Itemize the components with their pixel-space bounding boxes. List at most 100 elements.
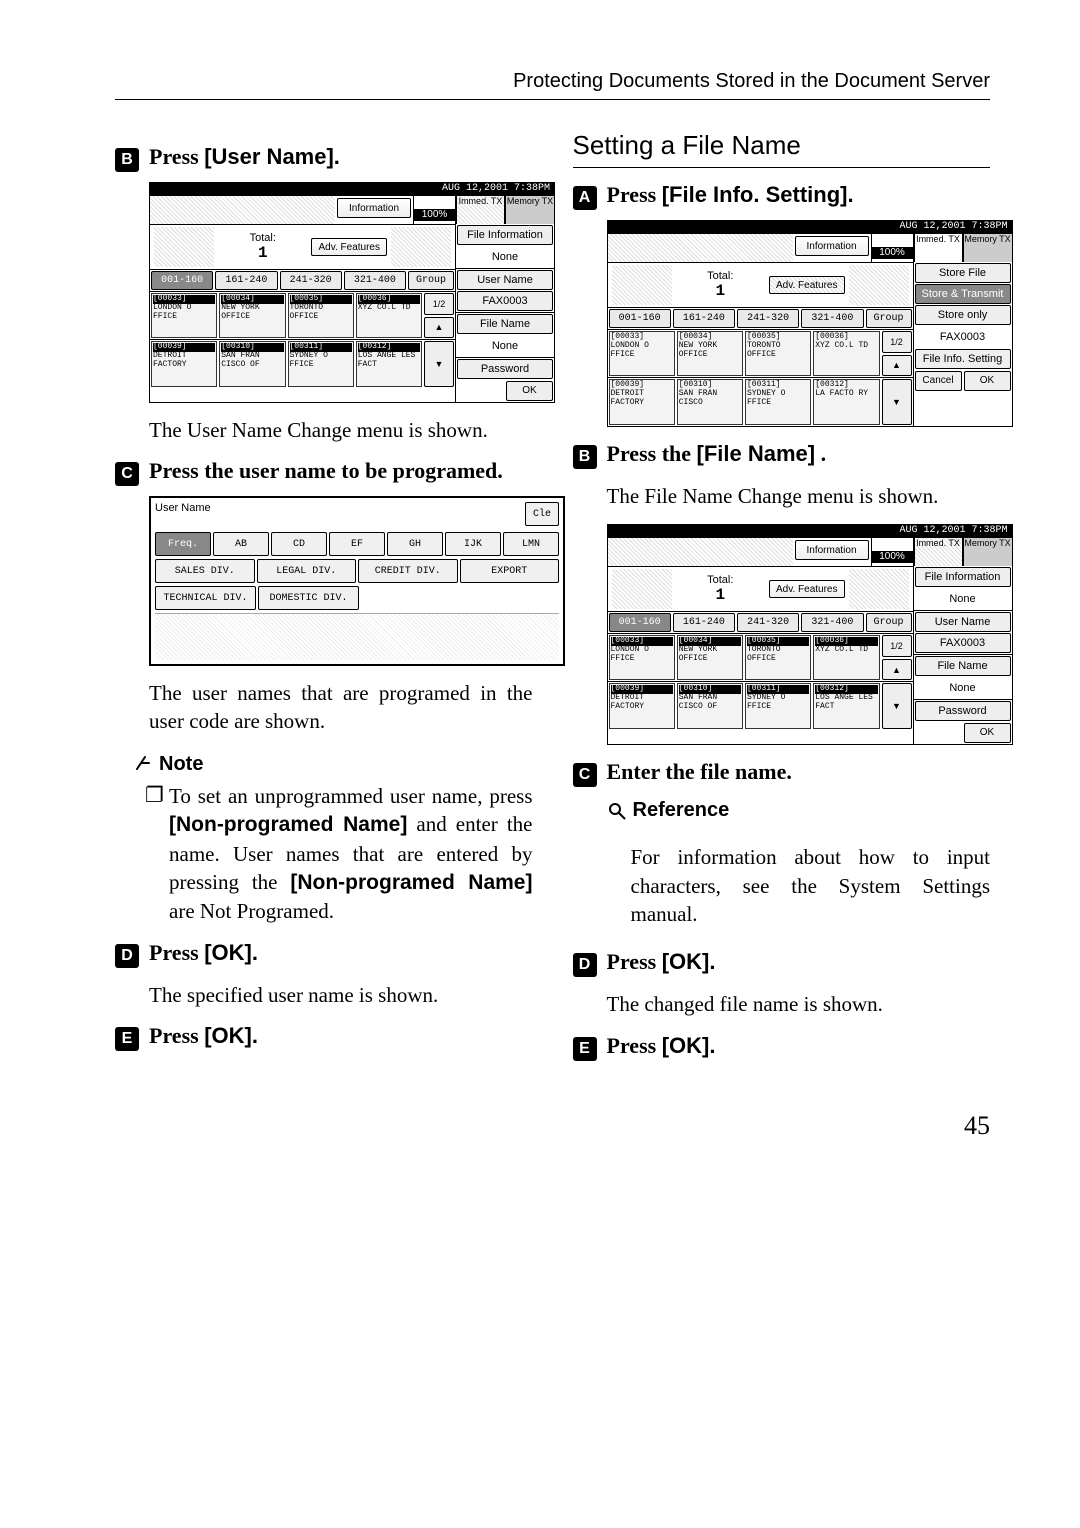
group-button[interactable]: Group [866, 613, 912, 632]
user-name-button[interactable]: User Name [915, 612, 1011, 632]
range-button[interactable]: 161-240 [215, 271, 277, 290]
step-number-d: D [115, 944, 139, 968]
page-up-button[interactable]: ▲ [882, 659, 912, 681]
name-tab[interactable]: AB [213, 532, 269, 556]
address-slot[interactable]: [00311]SYDNEY O FFICE [745, 379, 811, 425]
user-name-button[interactable]: User Name [457, 270, 553, 290]
user-name-table-title: User Name [155, 502, 211, 526]
information-button[interactable]: Information [337, 198, 411, 218]
name-tab[interactable]: GH [387, 532, 443, 556]
user-name-item[interactable]: EXPORT [460, 559, 560, 583]
page-up-button[interactable]: ▲ [424, 317, 454, 339]
address-slot[interactable]: [00310]SAN FRAN CISCO [677, 379, 743, 425]
name-tab[interactable]: LMN [503, 532, 559, 556]
user-name-item[interactable]: DOMESTIC DIV. [258, 586, 359, 610]
file-information-button[interactable]: File Information [915, 567, 1011, 587]
address-slot[interactable]: [00033]LONDON O FFICE [609, 635, 675, 680]
address-slot[interactable]: [00035]TORONTO OFFICE [745, 331, 811, 376]
range-button[interactable]: 321-400 [801, 613, 863, 632]
right-column: Setting a File Name A Press [File Info. … [573, 130, 991, 1071]
address-slot[interactable]: [00033]LONDON O FFICE [151, 293, 217, 338]
ok-button[interactable]: OK [964, 371, 1011, 391]
file-name-button[interactable]: File Name [915, 656, 1011, 676]
store-only-button[interactable]: Store only [915, 305, 1011, 325]
range-button[interactable]: 241-320 [737, 309, 799, 328]
memory-tx-button[interactable]: Memory TX [964, 234, 1012, 262]
information-button[interactable]: Information [795, 540, 869, 560]
file-name-value: None [456, 335, 554, 357]
step-c-text: Enter the file name. [607, 759, 792, 785]
address-slot[interactable]: [00039]DETROIT FACTORY [151, 341, 217, 387]
user-name-item[interactable]: SALES DIV. [155, 559, 255, 583]
range-button[interactable]: 001-160 [609, 309, 671, 328]
range-button[interactable]: 161-240 [673, 613, 735, 632]
user-name-item[interactable]: TECHNICAL DIV. [155, 586, 256, 610]
page-down-button[interactable]: ▼ [424, 341, 454, 387]
address-slot[interactable]: [00033]LONDON O FFICE [609, 331, 675, 376]
caption: The User Name Change menu is shown. [149, 417, 533, 444]
reference-text: For information about how to input chara… [631, 843, 991, 928]
adv-features-button[interactable]: Adv. Features [769, 580, 845, 598]
address-slot[interactable]: [00310]SAN FRAN CISCO OF [677, 683, 743, 729]
address-slot[interactable]: [00311]SYDNEY O FFICE [288, 341, 354, 387]
step-b-text: Press [User Name]. [149, 144, 340, 170]
store-transmit-button[interactable]: Store & Transmit [915, 284, 1011, 304]
range-button[interactable]: 241-320 [737, 613, 799, 632]
user-name-value-button[interactable]: FAX0003 [457, 291, 553, 311]
page-up-button[interactable]: ▲ [882, 355, 912, 377]
address-slot[interactable]: [00036]XYZ CO.L TD [813, 635, 879, 680]
range-button[interactable]: 321-400 [801, 309, 863, 328]
address-slot[interactable]: [00036]XYZ CO.L TD [356, 293, 422, 338]
cle-button[interactable]: Cle [525, 502, 559, 526]
address-slot[interactable]: [00311]SYDNEY O FFICE [745, 683, 811, 729]
step-a-text: Press [File Info. Setting]. [607, 182, 854, 208]
address-slot[interactable]: [00035]TORONTO OFFICE [745, 635, 811, 680]
immed-tx-button[interactable]: Immed. TX [457, 196, 504, 224]
name-tab[interactable]: IJK [445, 532, 501, 556]
step-d-text: Press [OK]. [149, 940, 258, 966]
store-file-button[interactable]: Store File [915, 263, 1011, 283]
adv-features-button[interactable]: Adv. Features [311, 238, 387, 256]
group-button[interactable]: Group [408, 271, 454, 290]
information-button[interactable]: Information [795, 236, 869, 256]
password-button[interactable]: Password [457, 359, 553, 379]
range-button[interactable]: 001-160 [609, 613, 671, 632]
page-down-button[interactable]: ▼ [882, 379, 912, 425]
address-slot[interactable]: [00039]DETROIT FACTORY [609, 379, 675, 425]
ok-button[interactable]: OK [506, 381, 553, 401]
immed-tx-button[interactable]: Immed. TX [915, 234, 962, 262]
cancel-button[interactable]: Cancel [915, 371, 962, 391]
caption: The changed file name is shown. [607, 991, 991, 1018]
address-slot[interactable]: [00310]SAN FRAN CISCO OF [219, 341, 285, 387]
address-slot[interactable]: [00312]LOS ANGE LES FACT [813, 683, 879, 729]
address-slot[interactable]: [00035]TORONTO OFFICE [288, 293, 354, 338]
name-tab[interactable]: EF [329, 532, 385, 556]
ok-button[interactable]: OK [964, 723, 1011, 743]
file-info-setting-button[interactable]: File Info. Setting [915, 349, 1011, 369]
user-name-value-button[interactable]: FAX0003 [915, 633, 1011, 653]
range-button[interactable]: 241-320 [280, 271, 342, 290]
group-button[interactable]: Group [866, 309, 912, 328]
file-name-button[interactable]: File Name [457, 314, 553, 334]
immed-tx-button[interactable]: Immed. TX [915, 538, 962, 566]
password-button[interactable]: Password [915, 701, 1011, 721]
file-information-button[interactable]: File Information [457, 225, 553, 245]
user-name-item[interactable]: CREDIT DIV. [358, 559, 458, 583]
name-tab[interactable]: CD [271, 532, 327, 556]
address-slot[interactable]: [00312]LOS ANGE LES FACT [356, 341, 422, 387]
address-slot[interactable]: [00036]XYZ CO.L TD [813, 331, 879, 376]
address-slot[interactable]: [00034]NEW YORK OFFICE [219, 293, 285, 338]
range-button[interactable]: 001-160 [151, 271, 213, 290]
memory-tx-button[interactable]: Memory TX [964, 538, 1012, 566]
address-slot[interactable]: [00034]NEW YORK OFFICE [677, 331, 743, 376]
user-name-item[interactable]: LEGAL DIV. [257, 559, 357, 583]
address-slot[interactable]: [00034]NEW YORK OFFICE [677, 635, 743, 680]
range-button[interactable]: 161-240 [673, 309, 735, 328]
memory-tx-button[interactable]: Memory TX [506, 196, 554, 224]
address-slot[interactable]: [00312]LA FACTO RY [813, 379, 879, 425]
name-tab[interactable]: Freq. [155, 532, 211, 556]
address-slot[interactable]: [00039]DETROIT FACTORY [609, 683, 675, 729]
step-e-text: Press [OK]. [607, 1033, 716, 1059]
page-down-button[interactable]: ▼ [882, 683, 912, 729]
range-button[interactable]: 321-400 [344, 271, 406, 290]
